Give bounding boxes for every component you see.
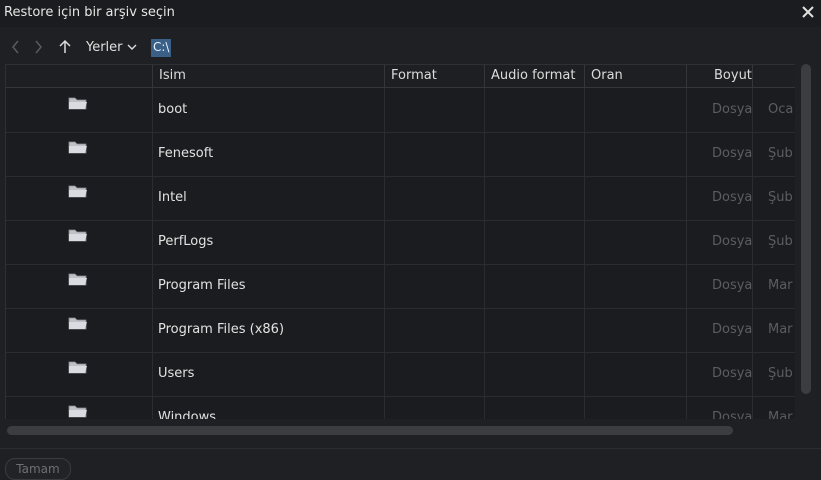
table-row[interactable]: Fenesoft Dosya Şub xyxy=(6,132,795,177)
table-row[interactable]: PerfLogs Dosya Şub xyxy=(6,220,795,265)
table-cell xyxy=(585,220,687,264)
folder-icon xyxy=(68,360,88,374)
table-cell xyxy=(485,132,585,176)
file-name: PerfLogs xyxy=(158,234,214,249)
file-size: Dosya xyxy=(712,234,753,249)
title-bar: Restore için bir arşiv seçin xyxy=(0,0,821,27)
table-cell xyxy=(485,176,585,220)
file-name: Windows xyxy=(158,410,217,419)
table-cell xyxy=(485,88,585,132)
table-row[interactable]: Windows Dosya Mar xyxy=(6,396,795,419)
file-size: Dosya xyxy=(712,278,753,293)
back-icon[interactable] xyxy=(8,38,24,56)
folder-icon xyxy=(68,228,88,242)
table-cell xyxy=(485,396,585,419)
table-cell xyxy=(385,352,485,396)
table-cell xyxy=(385,396,485,419)
file-name: Program Files xyxy=(158,278,246,293)
table-row[interactable]: Intel Dosya Şub xyxy=(6,176,795,221)
table-cell xyxy=(485,220,585,264)
horizontal-scrollbar[interactable] xyxy=(7,426,733,435)
file-size: Dosya xyxy=(712,190,753,205)
folder-icon xyxy=(68,316,88,330)
file-name: Users xyxy=(158,366,195,381)
folder-icon xyxy=(68,272,88,286)
file-table: Isim Format Audio format Oran Boyut boot… xyxy=(5,64,795,419)
file-size: Dosya xyxy=(712,366,753,381)
header-name[interactable]: Isim xyxy=(153,65,385,87)
header-icon-column[interactable] xyxy=(6,65,153,87)
file-date: Şub xyxy=(768,190,793,205)
table-cell xyxy=(153,176,385,220)
file-date: Şub xyxy=(768,366,793,381)
up-icon[interactable] xyxy=(57,38,73,56)
table-cell xyxy=(385,308,485,352)
file-size: Dosya xyxy=(712,102,753,117)
header-date[interactable] xyxy=(753,65,795,87)
places-label: Yerler xyxy=(86,40,123,55)
file-date: Mar xyxy=(768,278,793,293)
ok-button[interactable]: Tamam xyxy=(5,458,71,480)
chevron-down-icon xyxy=(127,40,137,55)
file-date: Oca xyxy=(768,102,794,117)
toolbar: Yerler C:\ xyxy=(0,33,821,63)
folder-icon xyxy=(68,140,88,154)
forward-icon[interactable] xyxy=(30,38,46,56)
file-name: Intel xyxy=(158,190,187,205)
vertical-scrollbar[interactable] xyxy=(801,64,811,394)
file-name: Program Files (x86) xyxy=(158,322,285,337)
places-dropdown[interactable]: Yerler xyxy=(86,40,137,55)
table-cell xyxy=(385,264,485,308)
table-cell xyxy=(485,352,585,396)
file-size: Dosya xyxy=(712,322,753,337)
header-ratio[interactable]: Oran xyxy=(585,65,687,87)
table-cell xyxy=(485,264,585,308)
header-audio-format[interactable]: Audio format xyxy=(485,65,585,87)
folder-icon xyxy=(68,184,88,198)
table-cell xyxy=(585,176,687,220)
table-row[interactable]: Program Files Dosya Mar xyxy=(6,264,795,309)
table-cell xyxy=(385,88,485,132)
table-cell xyxy=(153,88,385,132)
table-cell xyxy=(385,132,485,176)
table-row[interactable]: Program Files (x86) Dosya Mar xyxy=(6,308,795,353)
table-row[interactable]: Users Dosya Şub xyxy=(6,352,795,397)
table-cell xyxy=(385,220,485,264)
table-cell xyxy=(585,88,687,132)
path-field[interactable]: C:\ xyxy=(151,39,172,57)
header-size[interactable]: Boyut xyxy=(687,65,753,87)
table-cell xyxy=(585,396,687,419)
table-cell xyxy=(485,308,585,352)
header-format[interactable]: Format xyxy=(385,65,485,87)
table-row[interactable]: boot Dosya Oca xyxy=(6,88,795,133)
file-size: Dosya xyxy=(712,146,753,161)
table-cell xyxy=(585,264,687,308)
close-icon[interactable] xyxy=(799,3,817,21)
file-date: Mar xyxy=(768,322,793,337)
file-date: Mar xyxy=(768,410,793,419)
table-cell xyxy=(585,308,687,352)
table-cell xyxy=(585,352,687,396)
table-cell xyxy=(585,132,687,176)
folder-icon xyxy=(68,404,88,418)
footer xyxy=(0,448,821,479)
file-date: Şub xyxy=(768,234,793,249)
file-date: Şub xyxy=(768,146,793,161)
table-header: Isim Format Audio format Oran Boyut xyxy=(6,65,795,88)
file-size: Dosya xyxy=(712,410,753,419)
window-title: Restore için bir arşiv seçin xyxy=(4,5,175,20)
file-name: Fenesoft xyxy=(158,146,214,161)
folder-icon xyxy=(68,96,88,110)
table-cell xyxy=(385,176,485,220)
file-name: boot xyxy=(158,102,188,117)
